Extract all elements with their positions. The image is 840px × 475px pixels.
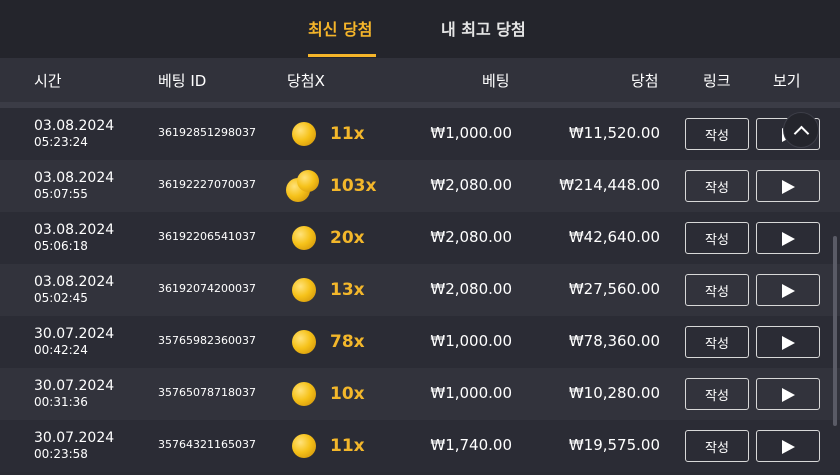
row-bet-id: 35765982360037 — [158, 334, 256, 347]
row-multiplier: 20x — [330, 228, 365, 248]
row-time: 00:23:58 — [34, 447, 88, 461]
row-multiplier: 10x — [330, 384, 365, 404]
gold-coin-icon — [292, 122, 316, 146]
row-date: 30.07.2024 — [34, 430, 115, 446]
write-link-button[interactable]: 작성 — [685, 118, 749, 150]
row-bet-amount: ₩1,000.00 — [430, 332, 512, 350]
gold-coin-icon — [292, 330, 316, 354]
row-time: 00:31:36 — [34, 395, 88, 409]
tab-latest-wins[interactable]: 최신 당첨 — [308, 16, 372, 40]
row-date: 03.08.2024 — [34, 170, 115, 186]
row-bet-amount: ₩2,080.00 — [430, 228, 512, 246]
table-header: 시간 베팅 ID 당첨X 베팅 당첨 링크 보기 — [0, 58, 840, 102]
gold-coin-icon — [292, 434, 316, 458]
row-date: 03.08.2024 — [34, 118, 115, 134]
play-replay-button[interactable] — [756, 326, 820, 358]
row-date: 30.07.2024 — [34, 378, 115, 394]
gold-coin-icon — [297, 170, 319, 192]
scrollbar-thumb[interactable] — [833, 236, 837, 426]
row-bet-id: 35765078718037 — [158, 386, 256, 399]
row-date: 03.08.2024 — [34, 222, 115, 238]
write-link-button[interactable]: 작성 — [685, 274, 749, 306]
row-multiplier: 11x — [330, 436, 365, 456]
header-bet: 베팅 — [482, 72, 510, 90]
row-bet-amount: ₩1,000.00 — [430, 384, 512, 402]
table-row: 30.07.2024 00:31:36 35765078718037 10x ₩1,00… — [0, 368, 840, 420]
row-time: 05:06:18 — [34, 239, 88, 253]
play-icon — [782, 180, 795, 194]
write-link-button[interactable]: 작성 — [685, 326, 749, 358]
row-win-amount: ₩19,575.00 — [568, 436, 660, 454]
chevron-up-icon — [793, 125, 810, 142]
scroll-to-top-button[interactable] — [783, 112, 819, 148]
row-win-amount: ₩11,520.00 — [568, 124, 660, 142]
write-link-button[interactable]: 작성 — [685, 430, 749, 462]
gold-coin-icon — [292, 382, 316, 406]
active-tab-indicator — [308, 54, 376, 57]
row-time: 05:23:24 — [34, 135, 88, 149]
tab-my-best-wins[interactable]: 내 최고 당첨 — [441, 16, 526, 40]
play-replay-button[interactable] — [756, 430, 820, 462]
row-win-amount: ₩78,360.00 — [568, 332, 660, 350]
play-icon — [782, 232, 795, 246]
table-row: 30.07.2024 00:42:24 35765982360037 78x ₩1,00… — [0, 316, 840, 368]
table-row: 30.07.2024 00:23:58 35764321165037 11x ₩1,74… — [0, 420, 840, 472]
row-bet-amount: ₩1,740.00 — [430, 436, 512, 454]
header-win: 당첨 — [631, 72, 659, 90]
row-win-amount: ₩214,448.00 — [559, 176, 660, 194]
play-replay-button[interactable] — [756, 170, 820, 202]
row-time: 05:07:55 — [34, 187, 88, 201]
table-row: 03.08.2024 05:06:18 36192206541037 20x ₩2,08… — [0, 212, 840, 264]
header-link: 링크 — [703, 72, 731, 90]
row-bet-id: 36192227070037 — [158, 178, 256, 191]
play-icon — [782, 336, 795, 350]
row-multiplier: 78x — [330, 332, 365, 352]
header-multiplier: 당첨X — [287, 72, 325, 90]
row-multiplier: 103x — [330, 176, 377, 196]
row-win-amount: ₩27,560.00 — [568, 280, 660, 298]
header-time: 시간 — [34, 72, 62, 90]
play-icon — [782, 388, 795, 402]
play-replay-button[interactable] — [756, 222, 820, 254]
write-link-button[interactable]: 작성 — [685, 378, 749, 410]
row-win-amount: ₩42,640.00 — [568, 228, 660, 246]
tab-bar: 최신 당첨 내 최고 당첨 — [0, 0, 840, 58]
row-bet-id: 35764321165037 — [158, 438, 256, 451]
row-bet-id: 36192851298037 — [158, 126, 256, 139]
row-multiplier: 11x — [330, 124, 365, 144]
play-replay-button[interactable] — [756, 378, 820, 410]
row-bet-amount: ₩1,000.00 — [430, 124, 512, 142]
row-time: 00:42:24 — [34, 343, 88, 357]
row-bet-amount: ₩2,080.00 — [430, 176, 512, 194]
row-bet-amount: ₩2,080.00 — [430, 280, 512, 298]
table-row: 03.08.2024 05:23:24 36192851298037 11x ₩1,00… — [0, 108, 840, 160]
row-date: 03.08.2024 — [34, 274, 115, 290]
gold-coin-icon — [292, 278, 316, 302]
write-link-button[interactable]: 작성 — [685, 170, 749, 202]
play-replay-button[interactable] — [756, 274, 820, 306]
row-bet-id: 36192206541037 — [158, 230, 256, 243]
row-multiplier: 13x — [330, 280, 365, 300]
table-row: 03.08.2024 05:07:55 36192227070037 103x ₩2,0… — [0, 160, 840, 212]
header-bet-id: 베팅 ID — [158, 72, 207, 90]
header-view: 보기 — [773, 72, 801, 90]
row-bet-id: 36192074200037 — [158, 282, 256, 295]
write-link-button[interactable]: 작성 — [685, 222, 749, 254]
row-win-amount: ₩10,280.00 — [568, 384, 660, 402]
play-icon — [782, 440, 795, 454]
gold-coin-icon — [292, 226, 316, 250]
row-time: 05:02:45 — [34, 291, 88, 305]
table-row: 03.08.2024 05:02:45 36192074200037 13x ₩2,08… — [0, 264, 840, 316]
play-icon — [782, 284, 795, 298]
row-date: 30.07.2024 — [34, 326, 115, 342]
